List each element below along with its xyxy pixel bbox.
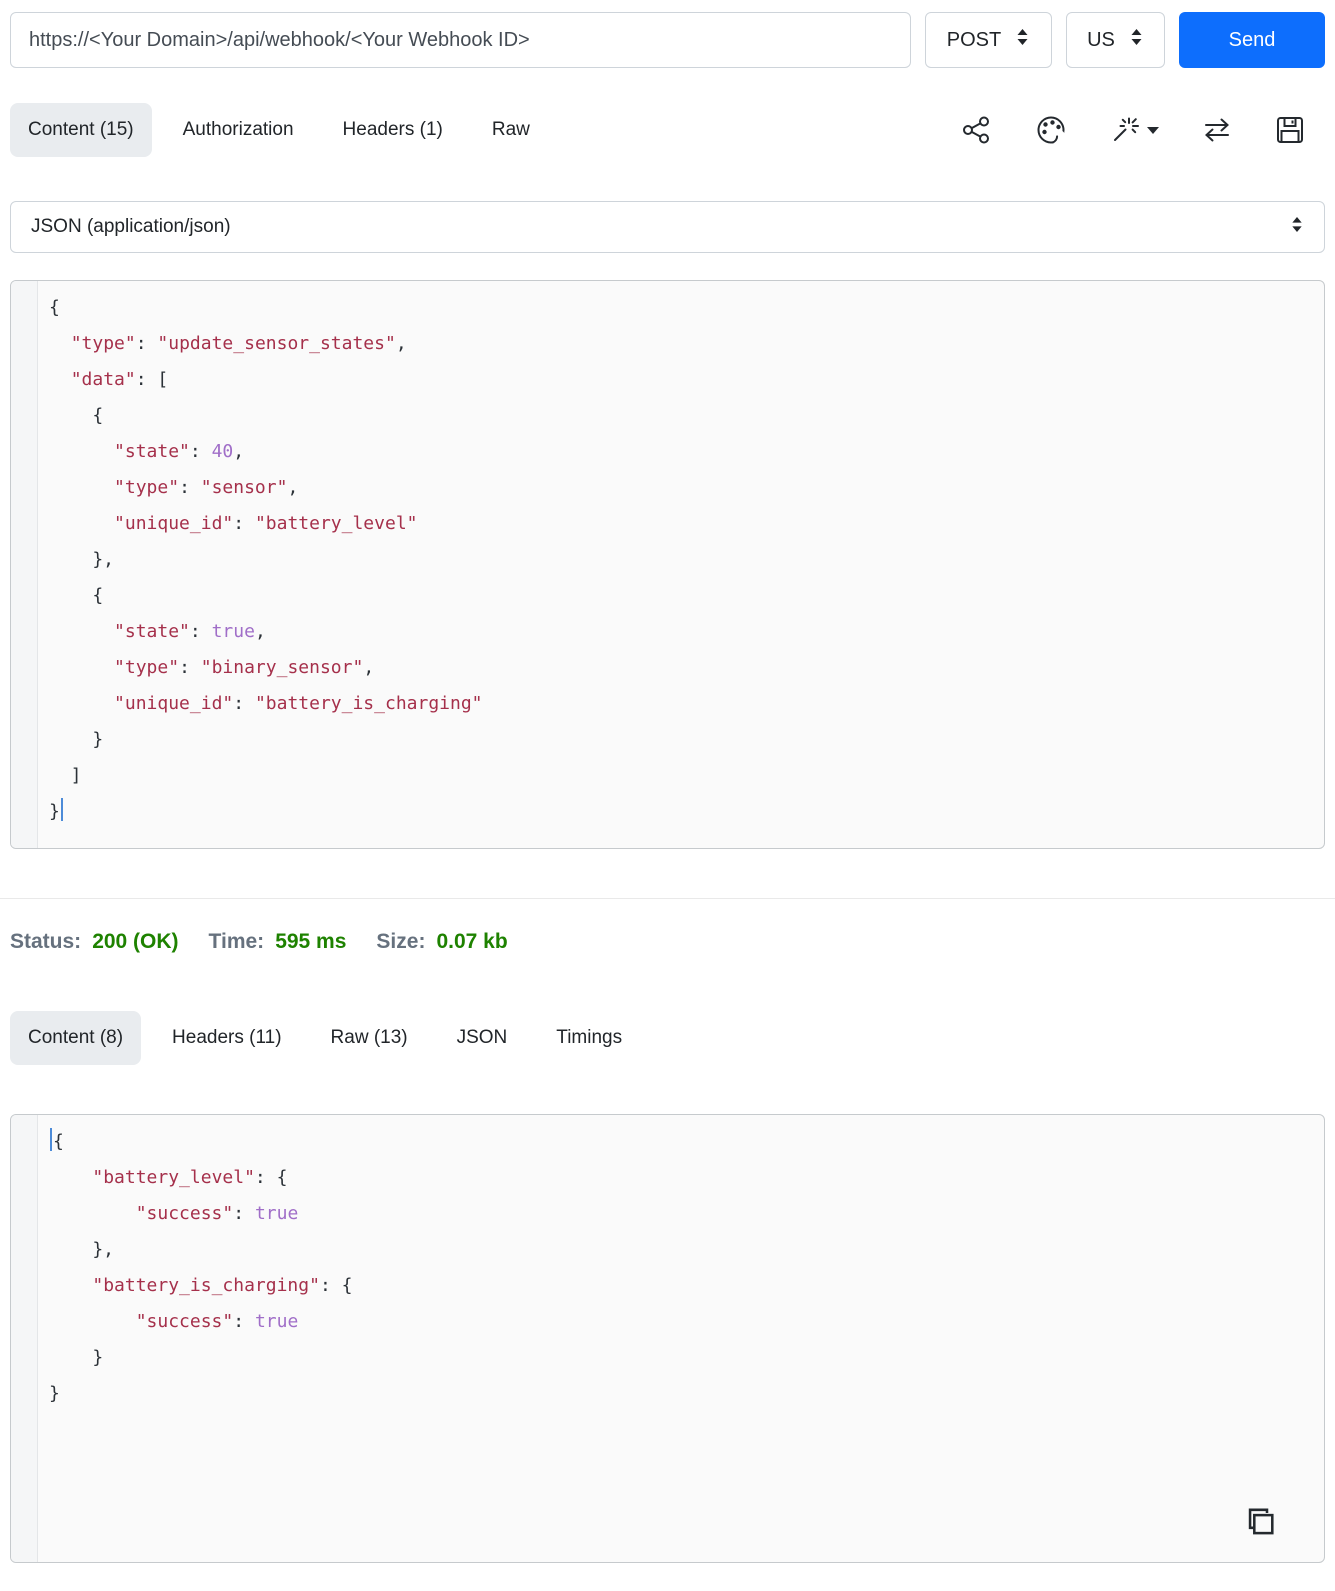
body-type-select[interactable]: JSON (application/json) bbox=[10, 201, 1325, 253]
response-body-code[interactable]: { "battery_level": { "success": true }, … bbox=[11, 1115, 1324, 1421]
save-request-button[interactable] bbox=[1275, 115, 1305, 145]
tab-request-headers[interactable]: Headers (1) bbox=[325, 103, 461, 157]
tab-request-authorization[interactable]: Authorization bbox=[165, 103, 312, 157]
share-icon bbox=[961, 115, 991, 145]
updown-arrows-icon bbox=[1129, 27, 1144, 53]
updown-arrows-icon bbox=[1290, 215, 1304, 240]
swap-arrows-icon bbox=[1203, 117, 1231, 143]
caret-down-icon bbox=[1147, 126, 1159, 135]
size-value: 0.07 kb bbox=[436, 930, 508, 953]
share-button[interactable] bbox=[961, 115, 991, 145]
tab-request-raw[interactable]: Raw bbox=[474, 103, 548, 157]
tab-response-timings[interactable]: Timings bbox=[538, 1011, 640, 1065]
region-select-value: US bbox=[1087, 28, 1115, 51]
request-toolbar bbox=[961, 114, 1325, 146]
region-select[interactable]: US bbox=[1066, 12, 1165, 68]
tab-response-json[interactable]: JSON bbox=[439, 1011, 526, 1065]
tab-response-content[interactable]: Content (8) bbox=[10, 1011, 142, 1065]
magic-wand-icon bbox=[1111, 115, 1141, 145]
body-type-select-value: JSON (application/json) bbox=[31, 216, 231, 237]
request-body-editor[interactable]: { "type": "update_sensor_states", "data"… bbox=[10, 280, 1325, 849]
beautify-menu-button[interactable] bbox=[1111, 115, 1159, 145]
url-input[interactable] bbox=[10, 12, 911, 68]
request-tabs-row: Content (15) Authorization Headers (1) R… bbox=[10, 103, 1325, 157]
time-label: Time: bbox=[208, 930, 265, 953]
tab-response-raw[interactable]: Raw (13) bbox=[313, 1011, 426, 1065]
time-value: 595 ms bbox=[275, 930, 347, 953]
response-summary: Status: 200 (OK) Time: 595 ms Size: 0.07… bbox=[10, 930, 1325, 954]
method-select-value: POST bbox=[946, 28, 1002, 51]
theme-button[interactable] bbox=[1035, 114, 1067, 146]
request-bar: POST US Send bbox=[10, 12, 1325, 68]
send-button[interactable]: Send bbox=[1179, 12, 1325, 68]
status-value: 200 (OK) bbox=[92, 930, 179, 953]
section-divider bbox=[0, 898, 1335, 899]
swap-request-button[interactable] bbox=[1203, 117, 1231, 143]
method-select[interactable]: POST bbox=[925, 12, 1052, 68]
copy-icon bbox=[1240, 1508, 1276, 1543]
save-icon bbox=[1275, 115, 1305, 145]
status-label: Status: bbox=[10, 930, 82, 953]
palette-icon bbox=[1035, 114, 1067, 146]
response-tabs-row: Content (8) Headers (11) Raw (13) JSON T… bbox=[10, 1011, 1325, 1065]
updown-arrows-icon bbox=[1015, 27, 1030, 53]
response-body-viewer[interactable]: { "battery_level": { "success": true }, … bbox=[10, 1114, 1325, 1563]
tab-request-content[interactable]: Content (15) bbox=[10, 103, 152, 157]
tab-response-headers[interactable]: Headers (11) bbox=[154, 1011, 299, 1065]
copy-response-button[interactable] bbox=[1240, 1504, 1276, 1540]
request-body-code[interactable]: { "type": "update_sensor_states", "data"… bbox=[11, 281, 1324, 839]
size-label: Size: bbox=[376, 930, 426, 953]
